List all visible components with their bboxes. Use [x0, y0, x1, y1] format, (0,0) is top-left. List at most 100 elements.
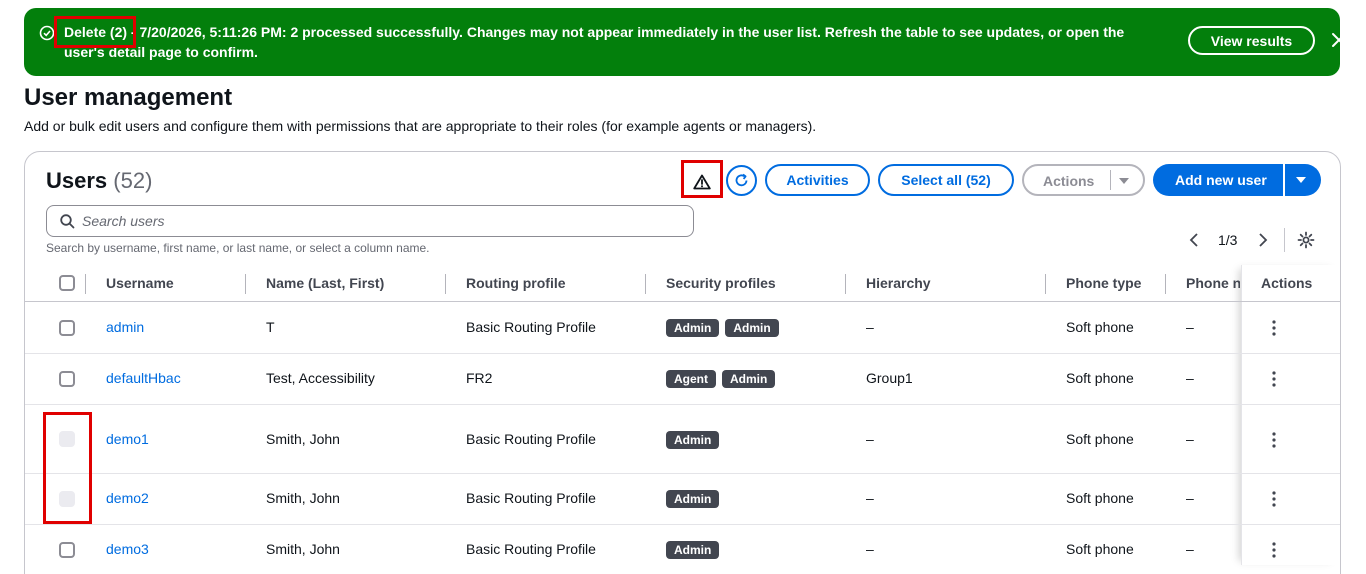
row-checkbox-disabled — [59, 491, 75, 507]
search-hint: Search by username, first name, or last … — [46, 241, 430, 255]
hierarchy-cell: – — [866, 490, 874, 506]
hierarchy-cell: – — [866, 319, 874, 335]
username-link[interactable]: demo1 — [106, 431, 149, 447]
column-divider — [85, 274, 86, 294]
routing-profile-cell: Basic Routing Profile — [466, 541, 596, 557]
view-results-button[interactable]: View results — [1188, 26, 1315, 55]
username-link[interactable]: demo3 — [106, 541, 149, 557]
refresh-button[interactable] — [726, 165, 757, 196]
table-row: defaultHbac Test, Accessibility FR2 Agen… — [25, 354, 1340, 405]
more-actions-icon[interactable] — [1269, 370, 1279, 388]
actions-button-label: Actions — [1043, 173, 1095, 189]
phone-number-cell: – — [1186, 541, 1194, 557]
column-header-phone-type[interactable]: Phone type — [1066, 275, 1141, 291]
column-header-phone-number[interactable]: Phone n — [1186, 275, 1240, 291]
users-count: (52) — [113, 168, 153, 193]
phone-type-cell: Soft phone — [1066, 541, 1134, 557]
username-link[interactable]: demo2 — [106, 490, 149, 506]
phone-type-cell: Soft phone — [1066, 490, 1134, 506]
select-all-checkbox[interactable] — [59, 275, 75, 291]
warning-button[interactable] — [685, 168, 719, 196]
security-badge: Admin — [666, 319, 720, 337]
routing-profile-cell: FR2 — [466, 370, 493, 386]
add-new-user-button[interactable]: Add new user — [1153, 164, 1321, 196]
security-badge: Admin — [666, 541, 720, 559]
users-title: Users — [46, 168, 108, 193]
users-container: Users (52) Activities Select all (52) Ac… — [24, 151, 1341, 574]
search-input[interactable] — [82, 210, 682, 232]
caret-down-icon[interactable] — [1118, 177, 1130, 185]
more-actions-icon[interactable] — [1269, 541, 1279, 559]
column-header-actions: Actions — [1261, 275, 1313, 291]
warning-icon — [693, 174, 711, 190]
search-icon — [60, 214, 75, 229]
security-badge: Admin — [725, 319, 779, 337]
username-link[interactable]: defaultHbac — [106, 370, 181, 386]
phone-number-cell: – — [1186, 431, 1194, 447]
security-badge: Admin — [666, 431, 720, 449]
row-checkbox[interactable] — [59, 320, 75, 336]
flash-message: Delete (2) - 7/20/2026, 5:11:26 PM: 2 pr… — [64, 24, 1125, 60]
phone-number-cell: – — [1186, 490, 1194, 506]
row-checkbox[interactable] — [59, 371, 75, 387]
refresh-icon — [735, 173, 748, 187]
column-divider — [845, 274, 846, 294]
page-description: Add or bulk edit users and configure the… — [24, 118, 817, 134]
column-header-hierarchy[interactable]: Hierarchy — [866, 275, 931, 291]
name-cell: Smith, John — [266, 431, 340, 447]
routing-profile-cell: Basic Routing Profile — [466, 431, 596, 447]
hierarchy-cell: – — [866, 431, 874, 447]
column-divider — [445, 274, 446, 294]
table-header: Username Name (Last, First) Routing prof… — [25, 265, 1340, 302]
chevron-left-icon[interactable] — [1188, 232, 1202, 248]
security-profiles-cell: Admin Admin — [666, 319, 785, 337]
security-profiles-cell: Admin — [666, 490, 725, 508]
select-all-button[interactable]: Select all (52) — [878, 164, 1014, 196]
column-header-security-profiles[interactable]: Security profiles — [666, 275, 776, 291]
caret-down-icon[interactable] — [1295, 176, 1307, 184]
chevron-right-icon[interactable] — [1255, 232, 1269, 248]
more-actions-icon[interactable] — [1269, 490, 1279, 508]
routing-profile-cell: Basic Routing Profile — [466, 319, 596, 335]
security-profiles-cell: Admin — [666, 541, 725, 559]
row-checkbox[interactable] — [59, 542, 75, 558]
routing-profile-cell: Basic Routing Profile — [466, 490, 596, 506]
search-field[interactable] — [46, 205, 694, 237]
phone-type-cell: Soft phone — [1066, 370, 1134, 386]
column-divider — [1045, 274, 1046, 294]
name-cell: T — [266, 319, 275, 335]
actions-split-divider — [1110, 170, 1111, 190]
row-checkbox-disabled — [59, 431, 75, 447]
table-row: demo2 Smith, John Basic Routing Profile … — [25, 474, 1340, 525]
column-divider — [1165, 274, 1166, 294]
phone-number-cell: – — [1186, 319, 1194, 335]
phone-number-cell: – — [1186, 370, 1194, 386]
hierarchy-cell: Group1 — [866, 370, 913, 386]
users-heading: Users (52) — [46, 167, 152, 195]
name-cell: Smith, John — [266, 541, 340, 557]
name-cell: Smith, John — [266, 490, 340, 506]
security-badge: Admin — [722, 370, 776, 388]
security-badge: Agent — [666, 370, 716, 388]
security-profiles-cell: Admin — [666, 431, 725, 449]
more-actions-icon[interactable] — [1269, 319, 1279, 337]
name-cell: Test, Accessibility — [266, 370, 375, 386]
username-link[interactable]: admin — [106, 319, 144, 335]
column-header-username[interactable]: Username — [106, 275, 174, 291]
column-header-routing-profile[interactable]: Routing profile — [466, 275, 566, 291]
close-icon[interactable] — [1329, 30, 1349, 50]
gear-icon[interactable] — [1297, 231, 1315, 249]
hierarchy-cell: – — [866, 541, 874, 557]
more-actions-icon[interactable] — [1269, 431, 1279, 449]
actions-button[interactable]: Actions — [1022, 164, 1145, 196]
table-row: demo3 Smith, John Basic Routing Profile … — [25, 525, 1340, 574]
activities-button[interactable]: Activities — [765, 164, 870, 196]
pager-divider — [1284, 228, 1285, 252]
security-profiles-cell: Agent Admin — [666, 370, 781, 388]
page-indicator: 1/3 — [1218, 232, 1238, 248]
phone-type-cell: Soft phone — [1066, 319, 1134, 335]
column-header-name[interactable]: Name (Last, First) — [266, 275, 384, 291]
security-badge: Admin — [666, 490, 720, 508]
add-new-split-divider — [1283, 164, 1285, 196]
success-flash-banner: Delete (2) - 7/20/2026, 5:11:26 PM: 2 pr… — [24, 8, 1346, 76]
